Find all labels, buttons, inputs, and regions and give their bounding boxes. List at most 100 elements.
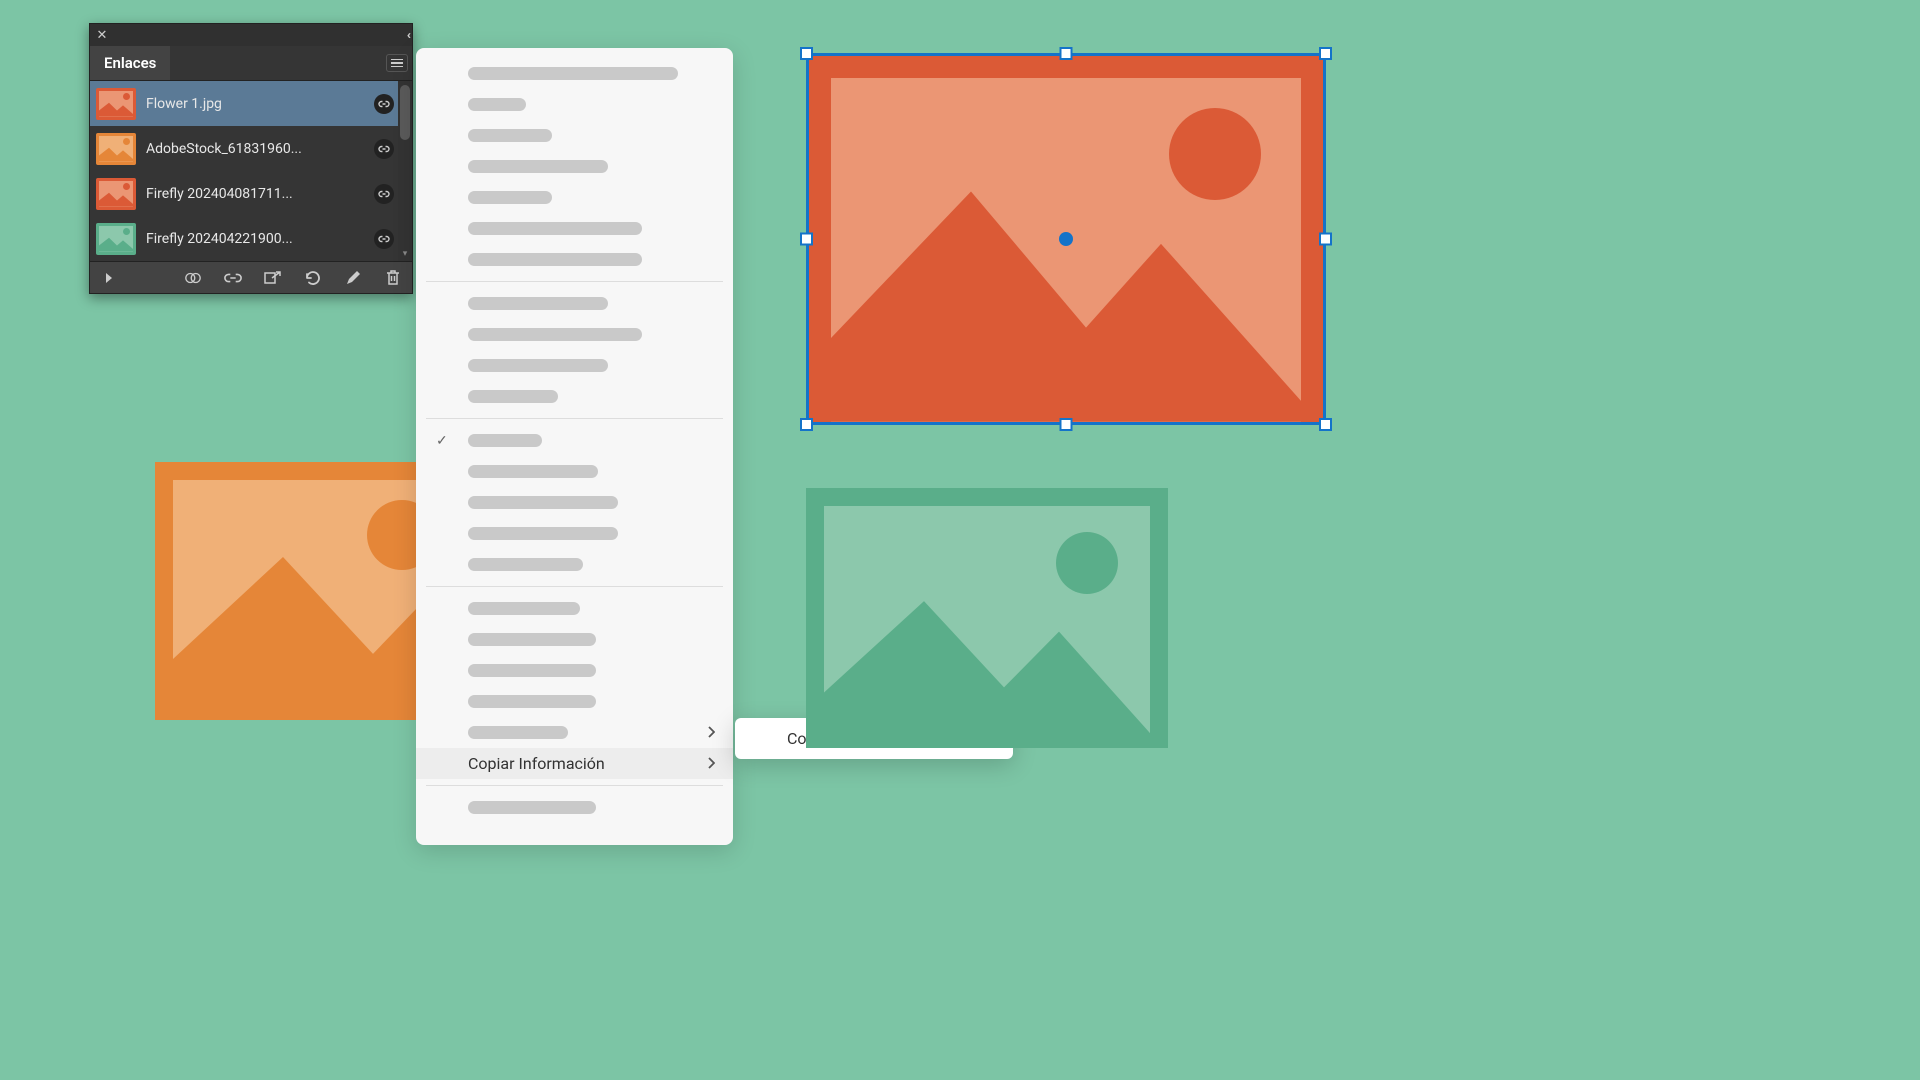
menu-separator [426,586,723,587]
menu-item-placeholder [468,527,618,540]
menu-item[interactable] [416,350,733,381]
menu-item-placeholder [468,160,608,173]
menu-item[interactable] [416,244,733,275]
link-row[interactable]: Flower 1.jpg [90,81,412,126]
chevron-right-icon [707,723,715,742]
menu-item[interactable] [416,792,733,823]
menu-item[interactable] [416,213,733,244]
handle-tr[interactable] [1319,47,1332,60]
menu-separator [426,281,723,282]
menu-item[interactable] [416,89,733,120]
scroll-down-icon[interactable]: ▾ [398,247,412,261]
menu-item[interactable] [416,182,733,213]
menu-item-placeholder [468,328,642,341]
handle-ml[interactable] [800,233,813,246]
menu-item[interactable] [416,456,733,487]
menu-item[interactable] [416,319,733,350]
menu-item-placeholder [468,359,608,372]
menu-item-placeholder [468,801,596,814]
menu-item-placeholder [468,297,608,310]
menu-item-placeholder [468,390,558,403]
menu-item[interactable] [416,593,733,624]
center-point-icon[interactable] [1059,232,1073,246]
goto-link-icon[interactable] [264,269,282,287]
menu-item-placeholder [468,465,598,478]
mountains-icon [831,181,1301,422]
link-status-icon [374,184,394,204]
menu-item-placeholder [468,67,678,80]
menu-item[interactable] [416,717,733,748]
menu-item-placeholder [468,434,542,447]
selected-image-frame[interactable] [800,47,1332,431]
handle-bl[interactable] [800,418,813,431]
relink-icon[interactable] [224,269,242,287]
menu-item-placeholder [468,633,596,646]
thumbnail-icon [96,88,136,120]
scroll-thumb[interactable] [400,85,410,140]
mountains-icon [824,591,1150,748]
menu-item[interactable] [416,655,733,686]
menu-item[interactable] [416,58,733,89]
placed-image-adobestock[interactable] [155,462,417,720]
menu-item[interactable] [416,624,733,655]
link-filename: Flower 1.jpg [146,96,364,112]
link-row[interactable]: Firefly 202404081711... [90,171,412,216]
link-status-icon [374,139,394,159]
menu-item[interactable] [416,288,733,319]
thumbnail-icon [96,178,136,210]
menu-item[interactable] [416,151,733,182]
menu-item[interactable] [416,518,733,549]
menu-item-placeholder [468,695,596,708]
link-row[interactable]: AdobeStock_61831960... [90,126,412,171]
tab-enlaces[interactable]: Enlaces [90,46,170,80]
menu-item-placeholder [468,98,526,111]
sun-icon [367,500,417,570]
menu-separator [426,785,723,786]
menu-item-placeholder [468,664,596,677]
menu-item-placeholder [468,191,552,204]
menu-item-placeholder [468,496,618,509]
handle-mr[interactable] [1319,233,1332,246]
link-status-icon [374,94,394,114]
check-icon: ✓ [436,433,448,449]
handle-tm[interactable] [1060,47,1073,60]
panel-titlebar[interactable]: ✕ ‹‹ [90,24,412,46]
menu-item-copiar-informacion[interactable]: Copiar Información [416,748,733,779]
menu-item[interactable]: ✓ [416,425,733,456]
menu-item[interactable] [416,686,733,717]
expand-icon[interactable] [100,269,118,287]
edit-icon[interactable] [344,269,362,287]
menu-separator [426,418,723,419]
panel-scrollbar[interactable]: ▾ [398,81,412,261]
panel-tabs: Enlaces [90,46,412,81]
collapse-icon[interactable]: ‹‹ [407,28,408,42]
links-panel: ✕ ‹‹ Enlaces Flower 1.jpg [89,23,413,294]
menu-item[interactable] [416,381,733,412]
handle-tl[interactable] [800,47,813,60]
menu-item[interactable] [416,120,733,151]
close-icon[interactable]: ✕ [94,27,110,43]
link-filename: Firefly 202404081711... [146,186,364,202]
chevron-right-icon [707,754,715,773]
update-icon[interactable] [304,269,322,287]
menu-item-placeholder [468,253,642,266]
handle-bm[interactable] [1060,418,1073,431]
panel-menu-icon[interactable] [386,54,408,72]
trash-icon[interactable] [384,269,402,287]
link-filename: Firefly 202404221900... [146,231,364,247]
sun-icon [1056,532,1118,594]
links-list: Flower 1.jpg AdobeStock_61831960... [90,81,412,261]
menu-item-placeholder [468,726,568,739]
menu-item-placeholder [468,602,580,615]
panel-footer [90,261,412,293]
menu-item-placeholder [468,558,583,571]
handle-br[interactable] [1319,418,1332,431]
image-sky [173,480,417,720]
menu-item[interactable] [416,487,733,518]
relink-cc-icon[interactable] [184,269,202,287]
menu-item[interactable] [416,549,733,580]
placed-image-firefly-green[interactable] [806,488,1168,748]
thumbnail-icon [96,223,136,255]
link-row[interactable]: Firefly 202404221900... [90,216,412,261]
link-status-icon [374,229,394,249]
